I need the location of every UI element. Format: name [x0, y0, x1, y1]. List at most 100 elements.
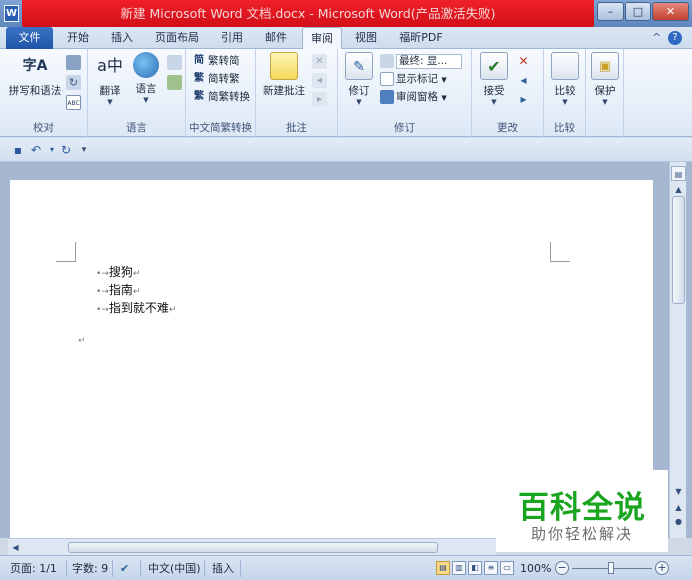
research-icon[interactable] — [66, 55, 81, 70]
full-screen-reading-icon[interactable]: ▥ — [452, 561, 466, 575]
save-icon[interactable]: ▪ — [10, 142, 26, 158]
divider — [112, 560, 113, 577]
minimize-button[interactable]: – — [597, 2, 624, 21]
chevron-down-icon: ▼ — [441, 94, 447, 102]
scroll-up-icon[interactable]: ▲ — [671, 182, 686, 197]
horizontal-scroll-thumb[interactable] — [68, 542, 438, 553]
group-comments: 新建批注 ✕ ◂ ▸ 批注 — [256, 49, 338, 137]
page-indicator[interactable]: 页面: 1/1 — [10, 556, 57, 580]
redo-icon[interactable]: ↻ — [58, 142, 74, 158]
group-label-comments: 批注 — [286, 122, 307, 134]
collapse-ribbon-icon[interactable]: ^ — [652, 31, 661, 44]
list-item[interactable]: •→指南↵ — [96, 282, 140, 298]
translate-button[interactable]: a中 翻译 ▼ — [92, 52, 128, 106]
group-label-language: 语言 — [126, 122, 147, 134]
accept-label: 接受 — [483, 85, 505, 97]
spelling-grammar-button[interactable]: 字A 拼写和语法 — [6, 52, 64, 98]
zoom-out-button[interactable]: − — [555, 561, 569, 575]
language-button[interactable]: 语言 ▼ — [128, 52, 164, 104]
window-title: 新建 Microsoft Word 文档.docx - Microsoft Wo… — [120, 6, 496, 21]
vertical-scrollbar[interactable]: ▤ ▲ ▼ ▲ ● — [669, 162, 686, 538]
new-comment-button[interactable]: 新建批注 — [260, 52, 308, 98]
word-count[interactable]: 字数: 9 — [72, 556, 108, 580]
display-for-review-dropdown[interactable]: 最终: 显... — [380, 53, 466, 69]
tab-mailings[interactable]: 邮件 — [258, 27, 294, 49]
list-item[interactable]: •→指到就不难↵ — [96, 300, 176, 316]
spelling-grammar-label: 拼写和语法 — [8, 85, 62, 97]
accept-button[interactable]: ✔ 接受 ▼ — [476, 52, 512, 106]
previous-page-icon[interactable]: ▲ — [671, 500, 686, 515]
track-changes-icon: ✎ — [345, 52, 373, 80]
zoom-level[interactable]: 100% — [520, 556, 551, 580]
browse-object-icon[interactable]: ● — [671, 514, 686, 529]
chinese-conversion-button[interactable]: 繁简繁转换 — [192, 89, 250, 105]
list-item-text: 指到就不难 — [108, 301, 169, 315]
undo-icon[interactable]: ↶ — [28, 142, 44, 158]
status-bar: 页面: 1/1 字数: 9 ✔ 中文(中国) 插入 ▤ ▥ ◧ ≡ ▭ 100%… — [0, 555, 692, 580]
lock-icon: ▣ — [591, 52, 619, 80]
list-item-text: 搜狗 — [108, 265, 133, 279]
delete-comment-icon[interactable]: ✕ — [312, 54, 327, 69]
reject-icon[interactable]: ✕ — [516, 54, 531, 69]
reviewing-pane-button[interactable]: 审阅窗格 ▼ — [380, 89, 447, 105]
zoom-in-button[interactable]: + — [655, 561, 669, 575]
insert-mode[interactable]: 插入 — [212, 556, 234, 580]
customize-icon[interactable]: ▾ — [76, 142, 92, 158]
track-changes-label: 修订 — [348, 85, 370, 97]
reviewing-pane-icon — [380, 90, 394, 104]
chevron-down-icon: ▼ — [602, 98, 608, 106]
vertical-scroll-thumb[interactable] — [672, 196, 685, 304]
next-change-icon[interactable]: ▸ — [516, 92, 531, 107]
tab-view[interactable]: 视图 — [348, 27, 384, 49]
translate-icon: a中 — [97, 56, 123, 75]
scroll-down-icon[interactable]: ▼ — [671, 484, 686, 499]
tab-file[interactable]: 文件 — [6, 27, 53, 49]
quick-access-toolbar: ▪ ↶ ▾ ↻ ▾ — [0, 138, 692, 162]
tab-review[interactable]: 审阅 — [302, 27, 342, 50]
watermark-title: 百科全说 — [518, 490, 646, 526]
tab-insert[interactable]: 插入 — [104, 27, 140, 49]
simplified-to-traditional-button[interactable]: 繁简转繁 — [192, 71, 240, 87]
chinese-conversion-label: 简繁转换 — [208, 91, 250, 103]
list-item[interactable]: •→搜狗↵ — [96, 264, 140, 280]
thesaurus-icon[interactable]: ↻ — [66, 75, 81, 90]
show-markup-button[interactable]: 显示标记 ▼ — [380, 71, 447, 87]
trad-to-simp-icon: 简 — [194, 55, 204, 66]
web-layout-icon[interactable]: ◧ — [468, 561, 482, 575]
outline-view-icon[interactable]: ≡ — [484, 561, 498, 575]
previous-comment-icon[interactable]: ◂ — [312, 73, 327, 88]
close-button[interactable]: ✕ — [652, 2, 689, 21]
word-app-icon[interactable]: W — [4, 5, 19, 22]
scroll-left-icon[interactable]: ◀ — [8, 540, 23, 555]
tab-page-layout[interactable]: 页面布局 — [148, 27, 206, 49]
watermark-logo: 百科全说 助你轻松解决 — [496, 470, 668, 552]
draft-view-icon[interactable]: ▭ — [500, 561, 514, 575]
print-layout-view-icon[interactable]: ▤ — [436, 561, 450, 575]
language-indicator[interactable]: 中文(中国) — [148, 556, 201, 580]
ime-icon[interactable] — [167, 55, 182, 70]
next-comment-icon[interactable]: ▸ — [312, 92, 327, 107]
compare-button[interactable]: 比较 ▼ — [547, 52, 583, 106]
tab-references[interactable]: 引用 — [214, 27, 250, 49]
simp-to-trad-icon: 繁 — [194, 73, 204, 84]
compare-icon — [551, 52, 579, 80]
language-settings-icon[interactable] — [167, 75, 182, 90]
crop-mark-right — [550, 242, 570, 262]
tab-foxit-pdf[interactable]: 福昕PDF — [392, 27, 450, 49]
group-label-proofing: 校对 — [33, 122, 54, 134]
tab-home[interactable]: 开始 — [60, 27, 96, 49]
word-count-icon[interactable]: ABC — [66, 95, 81, 110]
protect-button[interactable]: ▣ 保护 ▼ — [588, 52, 622, 106]
bullet-mark: •→ — [96, 269, 109, 279]
chevron-down-icon: ▼ — [107, 98, 113, 106]
chevron-down-icon: ▼ — [356, 98, 362, 106]
maximize-button[interactable]: □ — [625, 2, 651, 21]
zoom-slider-thumb[interactable] — [608, 562, 614, 574]
horizontal-scrollbar[interactable]: ◀ — [8, 538, 496, 555]
previous-change-icon[interactable]: ◂ — [516, 73, 531, 88]
traditional-to-simplified-button[interactable]: 简繁转简 — [192, 53, 240, 69]
ruler-toggle-icon[interactable]: ▤ — [671, 166, 686, 181]
proofing-status-icon[interactable]: ✔ — [120, 556, 129, 580]
track-changes-button[interactable]: ✎ 修订 ▼ — [341, 52, 377, 106]
help-icon[interactable]: ? — [668, 31, 682, 45]
